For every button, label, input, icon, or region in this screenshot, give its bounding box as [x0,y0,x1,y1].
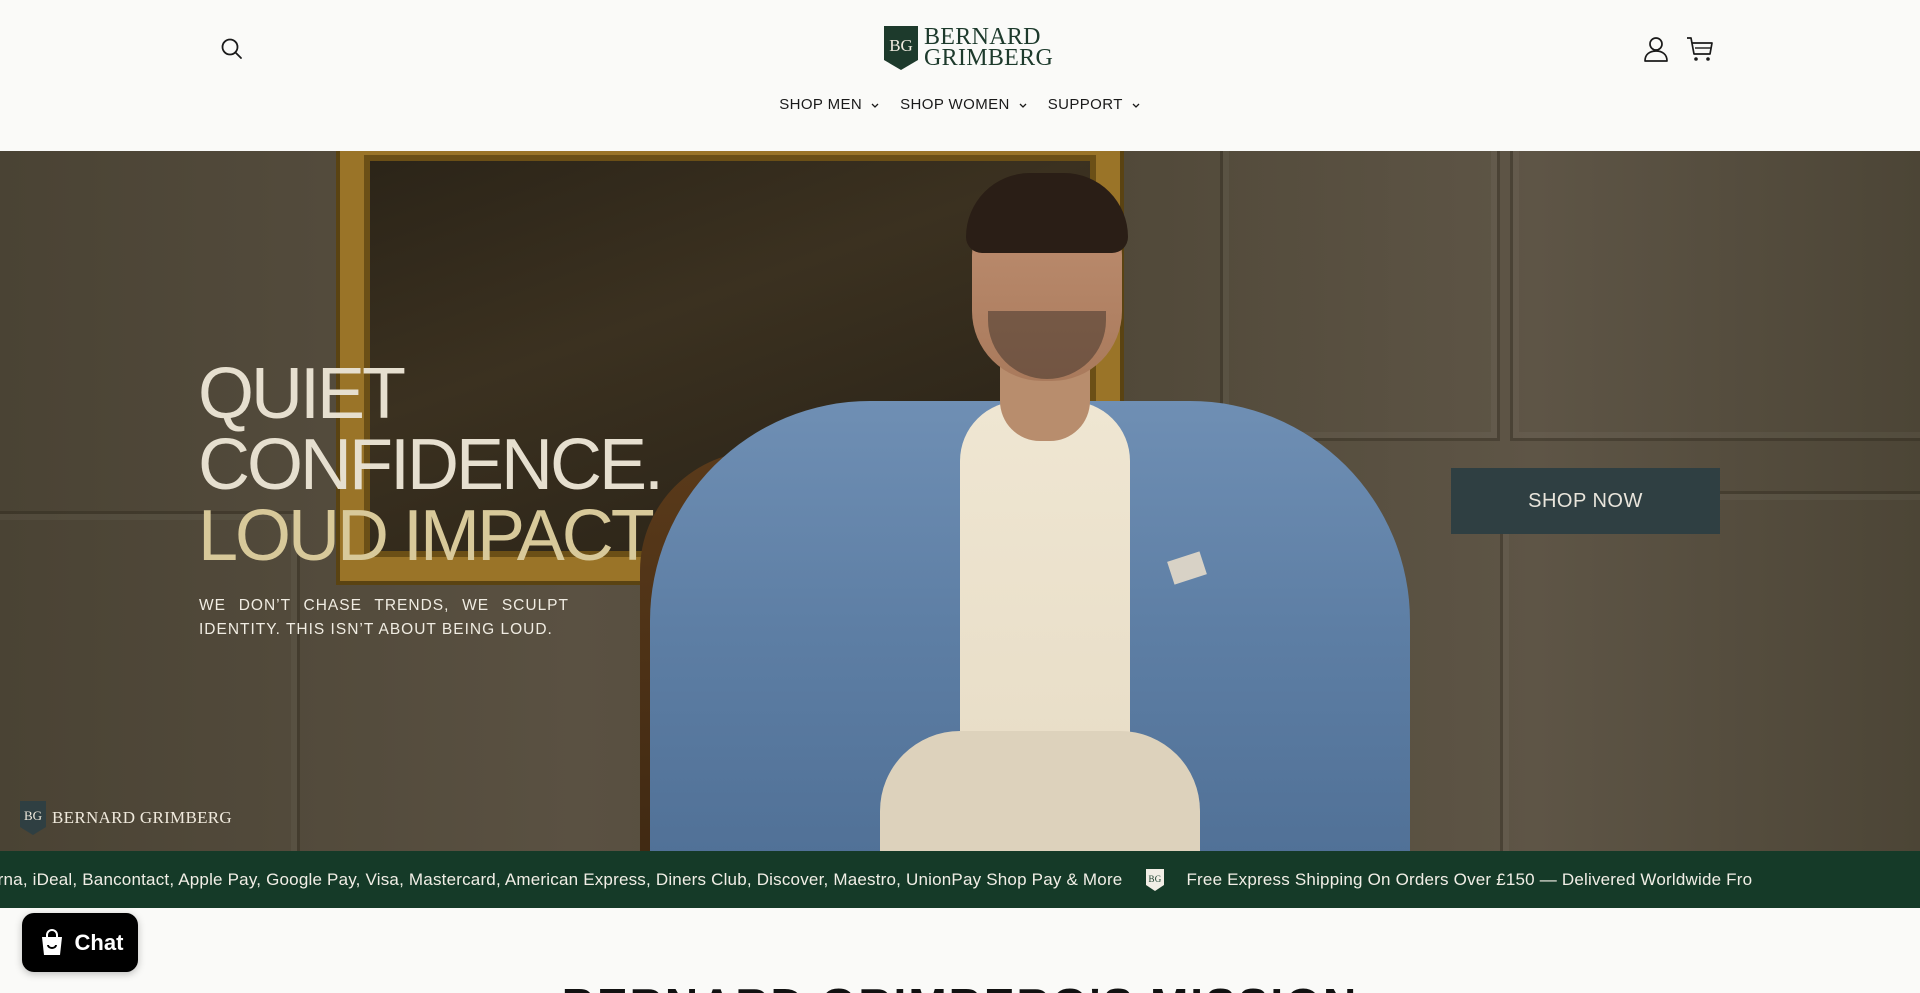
marquee-payment-text: arna, iDeal, Bancontact, Apple Pay, Goog… [0,869,1123,889]
wall-panel [1510,151,1920,441]
site-header: BG BERNARD GRIMBERG SHOP MEN SHOP WOMEN … [0,0,1920,151]
nav-shop-women[interactable]: SHOP WOMEN [900,96,1028,113]
nav-label: SHOP MEN [779,96,863,113]
chevron-down-icon [1019,103,1027,108]
svg-text:BG: BG [889,36,913,55]
chat-label: Chat [74,929,124,955]
mission-section: BERNARD GRIMBERG'S MISSION [0,908,1920,993]
brand-monogram-icon: BG [20,801,46,835]
search-icon[interactable] [219,36,245,62]
chat-button[interactable]: Chat [22,913,138,972]
brand-wordmark-line2: GRIMBERG [924,45,1054,71]
svg-text:BG: BG [24,808,42,823]
brand-logo[interactable]: BG BERNARD GRIMBERG [884,25,1054,71]
hero-brand-watermark: BG BERNARD GRIMBERG [20,801,232,835]
announcement-marquee: arna, iDeal, Bancontact, Apple Pay, Goog… [0,851,1920,908]
shop-now-button[interactable]: SHOP NOW [1451,468,1720,534]
hero-subtitle: WE DON’T CHASE TRENDS, WE SCULPT IDENTIT… [199,597,569,638]
chevron-down-icon [871,103,879,108]
mission-title: BERNARD GRIMBERG'S MISSION [0,978,1920,993]
nav-label: SUPPORT [1047,96,1123,113]
brand-monogram-icon: BG [884,26,918,70]
wall-panel [1500,491,1920,851]
chevron-down-icon [1132,103,1140,108]
marquee-track: arna, iDeal, Bancontact, Apple Pay, Goog… [0,851,1752,908]
wall-panel [1220,151,1500,441]
main-nav: SHOP MEN SHOP WOMEN SUPPORT [0,96,1920,113]
nav-label: SHOP WOMEN [900,96,1010,113]
user-icon[interactable] [1643,35,1669,63]
headline-line-1: QUIET [198,354,406,434]
brand-monogram-icon: BG [1146,868,1165,891]
chat-bag-icon [41,928,62,955]
nav-support[interactable]: SUPPORT [1048,96,1141,113]
brand-wordmark: BERNARD GRIMBERG [924,25,1054,71]
svg-text:BG: BG [1149,874,1162,884]
nav-shop-men[interactable]: SHOP MEN [779,96,880,113]
headline-line-2: CONFIDENCE. [198,425,664,505]
marquee-shipping-text: Free Express Shipping On Orders Over £15… [1186,869,1753,889]
hero-brand-text: BERNARD GRIMBERG [52,808,233,827]
hero-banner: QUIET CONFIDENCE. LOUD IMPACT WE DON’T C… [0,151,1920,851]
headline-line-3: LOUD IMPACT [198,496,655,576]
cart-icon[interactable] [1686,35,1714,63]
model-trousers [880,731,1200,851]
hero-headline: QUIET CONFIDENCE. LOUD IMPACT [198,354,664,576]
